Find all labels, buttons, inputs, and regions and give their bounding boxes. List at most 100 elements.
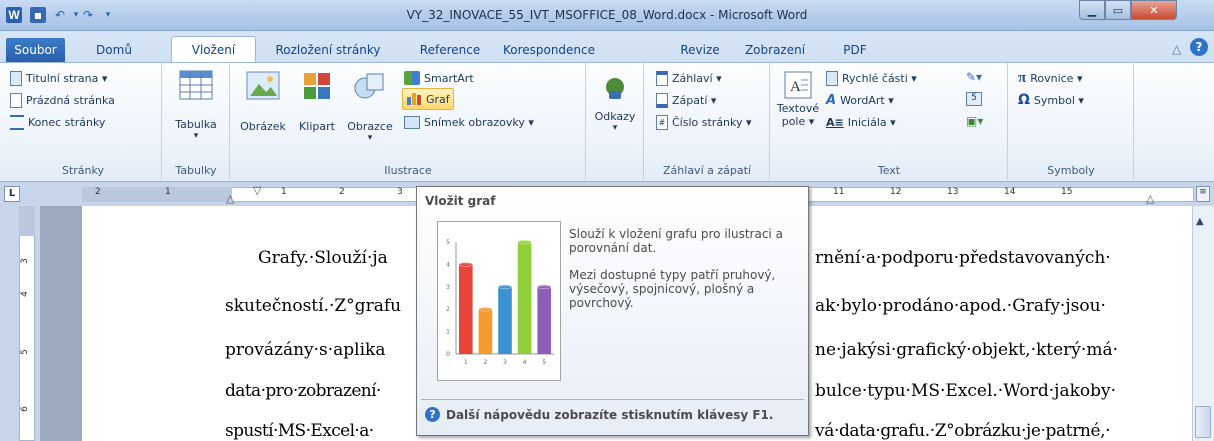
scroll-up-icon[interactable]: ▲: [1196, 216, 1204, 227]
klipart-button[interactable]: Klipart: [292, 70, 342, 133]
scrollbar-thumb[interactable]: [1195, 406, 1211, 438]
tab-domu[interactable]: Domů: [79, 38, 149, 62]
page-number-icon: #: [656, 114, 668, 130]
zahlavi-label: Záhlaví ▾: [672, 71, 722, 85]
quick-parts-icon: [826, 70, 838, 86]
chart-bar: [537, 286, 551, 354]
doc-line-4-left[interactable]: data·pro·zobrazení·: [225, 381, 381, 401]
chart-bar: [459, 264, 473, 354]
ruler-number: 3: [397, 187, 403, 197]
chart-bar: [517, 242, 532, 354]
doc-line-3-right[interactable]: ne·jakýsi·grafický·objekt,·který·má·: [815, 340, 1118, 360]
ruler-margin-left: [82, 187, 232, 202]
view-ruler-icon[interactable]: ≡: [1196, 186, 1210, 202]
doc-line-1-left[interactable]: Grafy.·Slouží·ja: [258, 248, 388, 268]
obrazce-dropdown-icon: ▾: [367, 133, 373, 143]
tab-zobrazeni[interactable]: Zobrazení: [734, 38, 816, 62]
maximize-button[interactable]: ▭: [1105, 0, 1131, 20]
doc-line-5-left[interactable]: spustí·MS·Excel·a·: [225, 421, 374, 441]
doc-line-4-right[interactable]: bulce·typu·MS·Excel.·Word·jakoby·: [815, 381, 1116, 401]
tooltip-chart-preview: 0 1 2 3 4 5 1 2 3 4 5: [437, 221, 561, 381]
snimek-obrazovky-button[interactable]: Snímek obrazovky ▾: [404, 112, 534, 132]
tab-korespondence[interactable]: Korespondence: [499, 38, 599, 62]
chart-bar-cap: [478, 306, 493, 312]
tab-selector-button[interactable]: L: [4, 186, 20, 202]
close-button[interactable]: ✕: [1131, 0, 1177, 20]
ruler-number: 11: [833, 187, 845, 197]
first-line-indent-marker[interactable]: ▽: [253, 184, 261, 197]
graf-button[interactable]: Graf: [402, 88, 454, 110]
tab-reference[interactable]: Reference: [412, 38, 488, 62]
shapes-icon: [354, 73, 384, 99]
help-icon[interactable]: ?: [1190, 38, 1208, 56]
iniciala-button[interactable]: A≡ Iniciála ▾: [826, 112, 896, 132]
ruler-number: 12: [890, 187, 902, 197]
chart-bar-cap: [517, 239, 532, 245]
odkazy-label: Odkazy: [594, 110, 636, 123]
prazdna-stranka-button[interactable]: Prázdná stránka: [10, 90, 115, 110]
window-title: VY_32_INOVACE_55_IVT_MSOFFICE_08_Word.do…: [406, 8, 808, 22]
group-zahlavi-label: Záhlaví a zápatí: [663, 164, 751, 177]
odkazy-button[interactable]: Odkazy ▾: [588, 76, 642, 133]
signature-line-icon[interactable]: ✎▾: [966, 70, 982, 84]
object-icon[interactable]: ▣▾: [966, 114, 983, 128]
doc-line-3-left[interactable]: provázány·s·aplika: [225, 340, 386, 360]
chart-x-tick-label: 1: [464, 359, 468, 366]
doc-line-2-right[interactable]: ak·bylo·prodáno·apod.·Grafy·jsou·: [815, 296, 1106, 316]
tab-soubor[interactable]: Soubor: [6, 38, 65, 62]
symbol-button[interactable]: Ω Symbol ▾: [1018, 90, 1084, 110]
wordart-icon: A: [826, 92, 837, 108]
chart-y-tick-label: 3: [446, 284, 450, 291]
tab-revize[interactable]: Revize: [675, 38, 725, 62]
chart-bar: [498, 286, 512, 354]
chart-bar: [478, 309, 493, 354]
doc-line-5-right[interactable]: vá·data·grafu.·Z°obrázku·je·patrné,·: [815, 421, 1111, 441]
tooltip-help: ? Další nápovědu zobrazíte stisknutím kl…: [425, 407, 773, 422]
ruler-number: 13: [947, 187, 959, 197]
tooltip-divider: [421, 399, 804, 400]
clipart-icon: [304, 73, 330, 99]
rychle-casti-button[interactable]: Rychlé části ▾: [826, 68, 917, 88]
tooltip-vlozit-graf: Vložit graf 0 1 2 3 4 5 1 2 3 4 5 Slouží k vložení…: [416, 186, 809, 436]
cislo-stranky-button[interactable]: # Číslo stránky ▾: [656, 112, 752, 132]
group-ilustrace-label: Ilustrace: [384, 164, 432, 177]
tabulka-button[interactable]: Tabulka ▾: [170, 70, 222, 141]
tooltip-description: Slouží k vložení grafu pro ilustraci a p…: [569, 227, 794, 310]
konec-stranky-label: Konec stránky: [28, 115, 106, 129]
obrazek-button[interactable]: Obrázek: [234, 70, 292, 133]
vruler-number: 5: [19, 349, 30, 355]
rovnice-button[interactable]: π Rovnice ▾: [1018, 68, 1082, 88]
tab-vlozeni[interactable]: Vložení: [171, 36, 256, 62]
smartart-button[interactable]: SmartArt: [404, 68, 474, 88]
tabulka-label: Tabulka: [175, 118, 217, 131]
wordart-button[interactable]: A WordArt ▾: [826, 90, 894, 110]
ruler-number: 1: [281, 187, 287, 197]
titulni-strana-button[interactable]: Titulní strana ▾: [10, 68, 107, 88]
konec-stranky-button[interactable]: Konec stránky: [10, 112, 105, 132]
cislo-stranky-label: Číslo stránky ▾: [672, 115, 752, 129]
drop-cap-icon: A≡: [826, 115, 844, 129]
chart-y-tick-label: 2: [446, 306, 450, 313]
tab-pdf[interactable]: PDF: [835, 38, 875, 62]
obrazce-button[interactable]: Obrazce ▾: [342, 70, 398, 143]
right-indent-marker[interactable]: △: [1146, 192, 1154, 205]
ruler-number: 1: [165, 187, 171, 197]
screenshot-icon: [404, 115, 420, 129]
tab-rozlozeni-stranky[interactable]: Rozložení stránky: [268, 38, 388, 62]
left-indent-marker[interactable]: △: [226, 192, 234, 205]
doc-line-2-left[interactable]: skutečností.·Z°grafu: [225, 296, 401, 316]
doc-line-1-right[interactable]: rnění·a·podporu·představovaných·: [815, 248, 1111, 268]
textove-pole-button[interactable]: A Textové pole ▾: [774, 70, 822, 128]
obrazce-label: Obrazce: [347, 120, 393, 133]
ruler-number: 2: [339, 187, 345, 197]
date-time-icon[interactable]: 5: [966, 92, 982, 106]
titulni-strana-label: Titulní strana ▾: [26, 71, 108, 85]
tooltip-desc-2: Mezi dostupné typy patří pruhový, výsečo…: [569, 268, 776, 310]
minimize-button[interactable]: ▁: [1079, 0, 1105, 20]
zapati-label: Zápatí ▾: [672, 93, 717, 107]
zahlavi-button[interactable]: Záhlaví ▾: [656, 68, 722, 88]
ruler-number: 2: [95, 187, 101, 197]
chart-y-tick-label: 0: [446, 351, 450, 358]
zapati-button[interactable]: Zápatí ▾: [656, 90, 716, 110]
minimize-ribbon-icon[interactable]: △: [1172, 42, 1181, 56]
